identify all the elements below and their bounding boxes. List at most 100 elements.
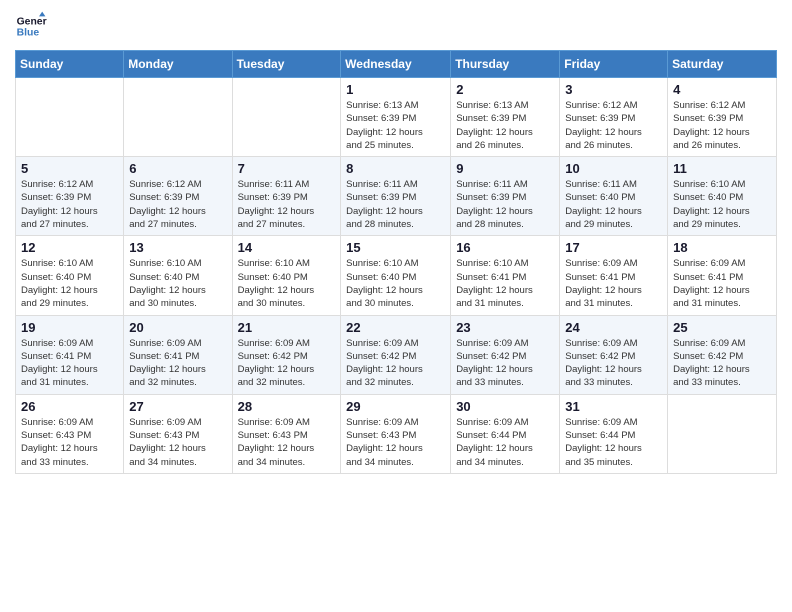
calendar-cell: 30 Sunrise: 6:09 AMSunset: 6:44 PMDayligh… (451, 394, 560, 473)
calendar-table: SundayMondayTuesdayWednesdayThursdayFrid… (15, 50, 777, 474)
day-number: 4 (673, 82, 771, 97)
calendar-cell: 5 Sunrise: 6:12 AMSunset: 6:39 PMDaylight… (16, 157, 124, 236)
day-number: 12 (21, 240, 118, 255)
day-info: Sunrise: 6:13 AMSunset: 6:39 PMDaylight:… (346, 99, 445, 152)
calendar-cell: 26 Sunrise: 6:09 AMSunset: 6:43 PMDayligh… (16, 394, 124, 473)
day-number: 5 (21, 161, 118, 176)
day-number: 22 (346, 320, 445, 335)
day-info: Sunrise: 6:09 AMSunset: 6:41 PMDaylight:… (565, 257, 662, 310)
calendar-cell: 14Sunrise: 6:10 AMSunset: 6:40 PMDayligh… (232, 236, 341, 315)
calendar-cell: 9Sunrise: 6:11 AMSunset: 6:39 PMDaylight… (451, 157, 560, 236)
page: General Blue SundayMondayTuesdayWednesda… (0, 0, 792, 612)
calendar-cell: 24 Sunrise: 6:09 AMSunset: 6:42 PMDayligh… (560, 315, 668, 394)
calendar-cell: 10 Sunrise: 6:11 AMSunset: 6:40 PMDayligh… (560, 157, 668, 236)
day-number: 13 (129, 240, 226, 255)
day-number: 17 (565, 240, 662, 255)
calendar-cell: 2Sunrise: 6:13 AMSunset: 6:39 PMDaylight… (451, 78, 560, 157)
calendar-cell: 13 Sunrise: 6:10 AMSunset: 6:40 PMDayligh… (124, 236, 232, 315)
day-info: Sunrise: 6:09 AMSunset: 6:44 PMDaylight:… (456, 416, 554, 469)
day-number: 25 (673, 320, 771, 335)
day-number: 28 (238, 399, 336, 414)
calendar-week-row: 5 Sunrise: 6:12 AMSunset: 6:39 PMDaylight… (16, 157, 777, 236)
day-info: Sunrise: 6:09 AMSunset: 6:41 PMDaylight:… (21, 337, 118, 390)
calendar-cell: 12 Sunrise: 6:10 AMSunset: 6:40 PMDayligh… (16, 236, 124, 315)
day-number: 6 (129, 161, 226, 176)
header: General Blue (15, 10, 777, 42)
logo: General Blue (15, 10, 47, 42)
day-info: Sunrise: 6:09 AMSunset: 6:43 PMDaylight:… (346, 416, 445, 469)
day-info: Sunrise: 6:09 AMSunset: 6:43 PMDaylight:… (238, 416, 336, 469)
day-info: Sunrise: 6:09 AMSunset: 6:41 PMDaylight:… (673, 257, 771, 310)
calendar-week-row: 19 Sunrise: 6:09 AMSunset: 6:41 PMDayligh… (16, 315, 777, 394)
calendar-cell: 21 Sunrise: 6:09 AMSunset: 6:42 PMDayligh… (232, 315, 341, 394)
day-info: Sunrise: 6:10 AMSunset: 6:40 PMDaylight:… (129, 257, 226, 310)
day-number: 24 (565, 320, 662, 335)
calendar-cell: 1 Sunrise: 6:13 AMSunset: 6:39 PMDaylight… (341, 78, 451, 157)
day-info: Sunrise: 6:09 AMSunset: 6:43 PMDaylight:… (129, 416, 226, 469)
day-number: 19 (21, 320, 118, 335)
calendar-week-row: 26 Sunrise: 6:09 AMSunset: 6:43 PMDayligh… (16, 394, 777, 473)
calendar-cell: 17 Sunrise: 6:09 AMSunset: 6:41 PMDayligh… (560, 236, 668, 315)
day-info: Sunrise: 6:10 AMSunset: 6:40 PMDaylight:… (346, 257, 445, 310)
day-info: Sunrise: 6:09 AMSunset: 6:43 PMDaylight:… (21, 416, 118, 469)
calendar-day-header: Saturday (668, 51, 777, 78)
day-number: 21 (238, 320, 336, 335)
day-number: 20 (129, 320, 226, 335)
calendar-cell: 15 Sunrise: 6:10 AMSunset: 6:40 PMDayligh… (341, 236, 451, 315)
day-number: 11 (673, 161, 771, 176)
calendar-cell: 31 Sunrise: 6:09 AMSunset: 6:44 PMDayligh… (560, 394, 668, 473)
day-number: 30 (456, 399, 554, 414)
calendar-cell (668, 394, 777, 473)
calendar-cell: 22 Sunrise: 6:09 AMSunset: 6:42 PMDayligh… (341, 315, 451, 394)
calendar-day-header: Thursday (451, 51, 560, 78)
calendar-cell: 11 Sunrise: 6:10 AMSunset: 6:40 PMDayligh… (668, 157, 777, 236)
calendar-day-header: Sunday (16, 51, 124, 78)
calendar-cell: 7 Sunrise: 6:11 AMSunset: 6:39 PMDaylight… (232, 157, 341, 236)
day-info: Sunrise: 6:12 AMSunset: 6:39 PMDaylight:… (129, 178, 226, 231)
calendar-week-row: 1 Sunrise: 6:13 AMSunset: 6:39 PMDaylight… (16, 78, 777, 157)
day-info: Sunrise: 6:09 AMSunset: 6:44 PMDaylight:… (565, 416, 662, 469)
day-number: 1 (346, 82, 445, 97)
calendar-cell: 25 Sunrise: 6:09 AMSunset: 6:42 PMDayligh… (668, 315, 777, 394)
day-number: 18 (673, 240, 771, 255)
svg-text:Blue: Blue (17, 28, 40, 39)
calendar-cell: 16Sunrise: 6:10 AMSunset: 6:41 PMDayligh… (451, 236, 560, 315)
day-info: Sunrise: 6:11 AMSunset: 6:39 PMDaylight:… (456, 178, 554, 231)
calendar-cell: 4 Sunrise: 6:12 AMSunset: 6:39 PMDaylight… (668, 78, 777, 157)
calendar-cell (16, 78, 124, 157)
day-number: 29 (346, 399, 445, 414)
day-info: Sunrise: 6:11 AMSunset: 6:39 PMDaylight:… (346, 178, 445, 231)
day-number: 26 (21, 399, 118, 414)
day-info: Sunrise: 6:09 AMSunset: 6:42 PMDaylight:… (673, 337, 771, 390)
day-number: 16 (456, 240, 554, 255)
day-info: Sunrise: 6:09 AMSunset: 6:42 PMDaylight:… (346, 337, 445, 390)
day-info: Sunrise: 6:09 AMSunset: 6:42 PMDaylight:… (565, 337, 662, 390)
calendar-day-header: Wednesday (341, 51, 451, 78)
calendar-week-row: 12 Sunrise: 6:10 AMSunset: 6:40 PMDayligh… (16, 236, 777, 315)
day-number: 10 (565, 161, 662, 176)
day-info: Sunrise: 6:09 AMSunset: 6:42 PMDaylight:… (456, 337, 554, 390)
day-number: 31 (565, 399, 662, 414)
day-info: Sunrise: 6:11 AMSunset: 6:39 PMDaylight:… (238, 178, 336, 231)
calendar-cell (124, 78, 232, 157)
day-number: 7 (238, 161, 336, 176)
calendar-day-header: Tuesday (232, 51, 341, 78)
day-info: Sunrise: 6:09 AMSunset: 6:41 PMDaylight:… (129, 337, 226, 390)
day-info: Sunrise: 6:11 AMSunset: 6:40 PMDaylight:… (565, 178, 662, 231)
day-info: Sunrise: 6:09 AMSunset: 6:42 PMDaylight:… (238, 337, 336, 390)
calendar-cell: 28 Sunrise: 6:09 AMSunset: 6:43 PMDayligh… (232, 394, 341, 473)
day-info: Sunrise: 6:12 AMSunset: 6:39 PMDaylight:… (21, 178, 118, 231)
day-number: 15 (346, 240, 445, 255)
calendar-cell (232, 78, 341, 157)
calendar-cell: 23Sunrise: 6:09 AMSunset: 6:42 PMDayligh… (451, 315, 560, 394)
calendar-day-header: Monday (124, 51, 232, 78)
day-number: 3 (565, 82, 662, 97)
day-info: Sunrise: 6:10 AMSunset: 6:40 PMDaylight:… (21, 257, 118, 310)
day-info: Sunrise: 6:12 AMSunset: 6:39 PMDaylight:… (673, 99, 771, 152)
day-info: Sunrise: 6:10 AMSunset: 6:40 PMDaylight:… (238, 257, 336, 310)
day-info: Sunrise: 6:12 AMSunset: 6:39 PMDaylight:… (565, 99, 662, 152)
day-info: Sunrise: 6:10 AMSunset: 6:40 PMDaylight:… (673, 178, 771, 231)
day-number: 2 (456, 82, 554, 97)
calendar-cell: 8Sunrise: 6:11 AMSunset: 6:39 PMDaylight… (341, 157, 451, 236)
calendar-cell: 3 Sunrise: 6:12 AMSunset: 6:39 PMDaylight… (560, 78, 668, 157)
